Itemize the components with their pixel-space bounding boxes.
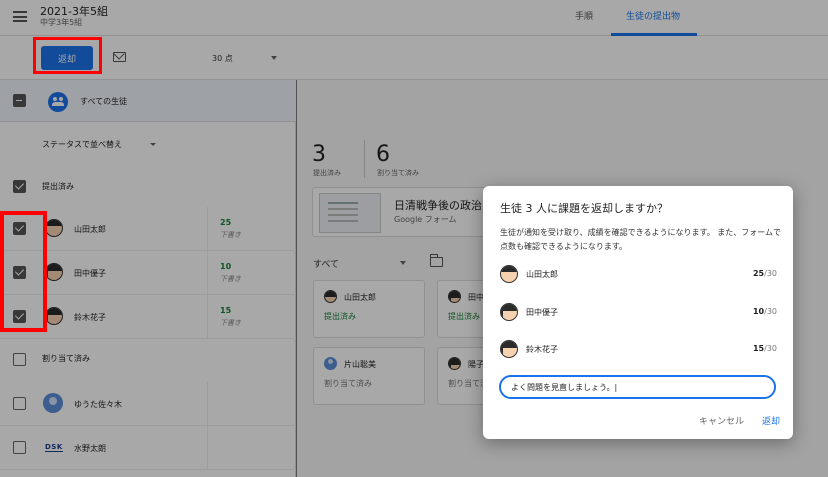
dialog-title: 生徒 3 人に課題を返却しますか？ [500,202,668,215]
private-comment-input[interactable] [499,375,776,399]
return-dialog: 生徒 3 人に課題を返却しますか？ 生徒が通知を受け取り、成績を確認できるように… [483,186,793,439]
dialog-student-name: 鈴木花子 [526,345,558,354]
score-max: /30 [764,307,777,316]
student-avatar [500,340,518,358]
highlight-box-checkboxes [0,211,47,332]
student-avatar [500,303,518,321]
confirm-return-button[interactable]: 返却 [762,414,780,427]
highlight-box-return-button [33,37,102,74]
score-value: 15 [752,344,765,353]
dialog-student-score: 25/30 [753,269,777,278]
dialog-student-score: 15/30 [753,344,777,353]
score-max: /30 [764,344,777,353]
dialog-description: 生徒が通知を受け取り、成績を確認できるようになります。 また、フォームで点数も確… [500,228,782,251]
dialog-student-row: 鈴木花子 15/30 [500,337,777,363]
dialog-student-score: 10/30 [753,307,777,316]
student-avatar [500,265,518,283]
dialog-student-row: 山田太郎 25/30 [500,262,777,288]
dialog-student-name: 田中優子 [526,308,558,317]
dialog-student-row: 田中優子 10/30 [500,300,777,326]
dialog-student-name: 山田太郎 [526,270,558,279]
score-value: 10 [752,307,765,316]
score-max: /30 [764,269,777,278]
score-value: 25 [752,269,765,278]
cancel-button[interactable]: キャンセル [699,414,744,427]
